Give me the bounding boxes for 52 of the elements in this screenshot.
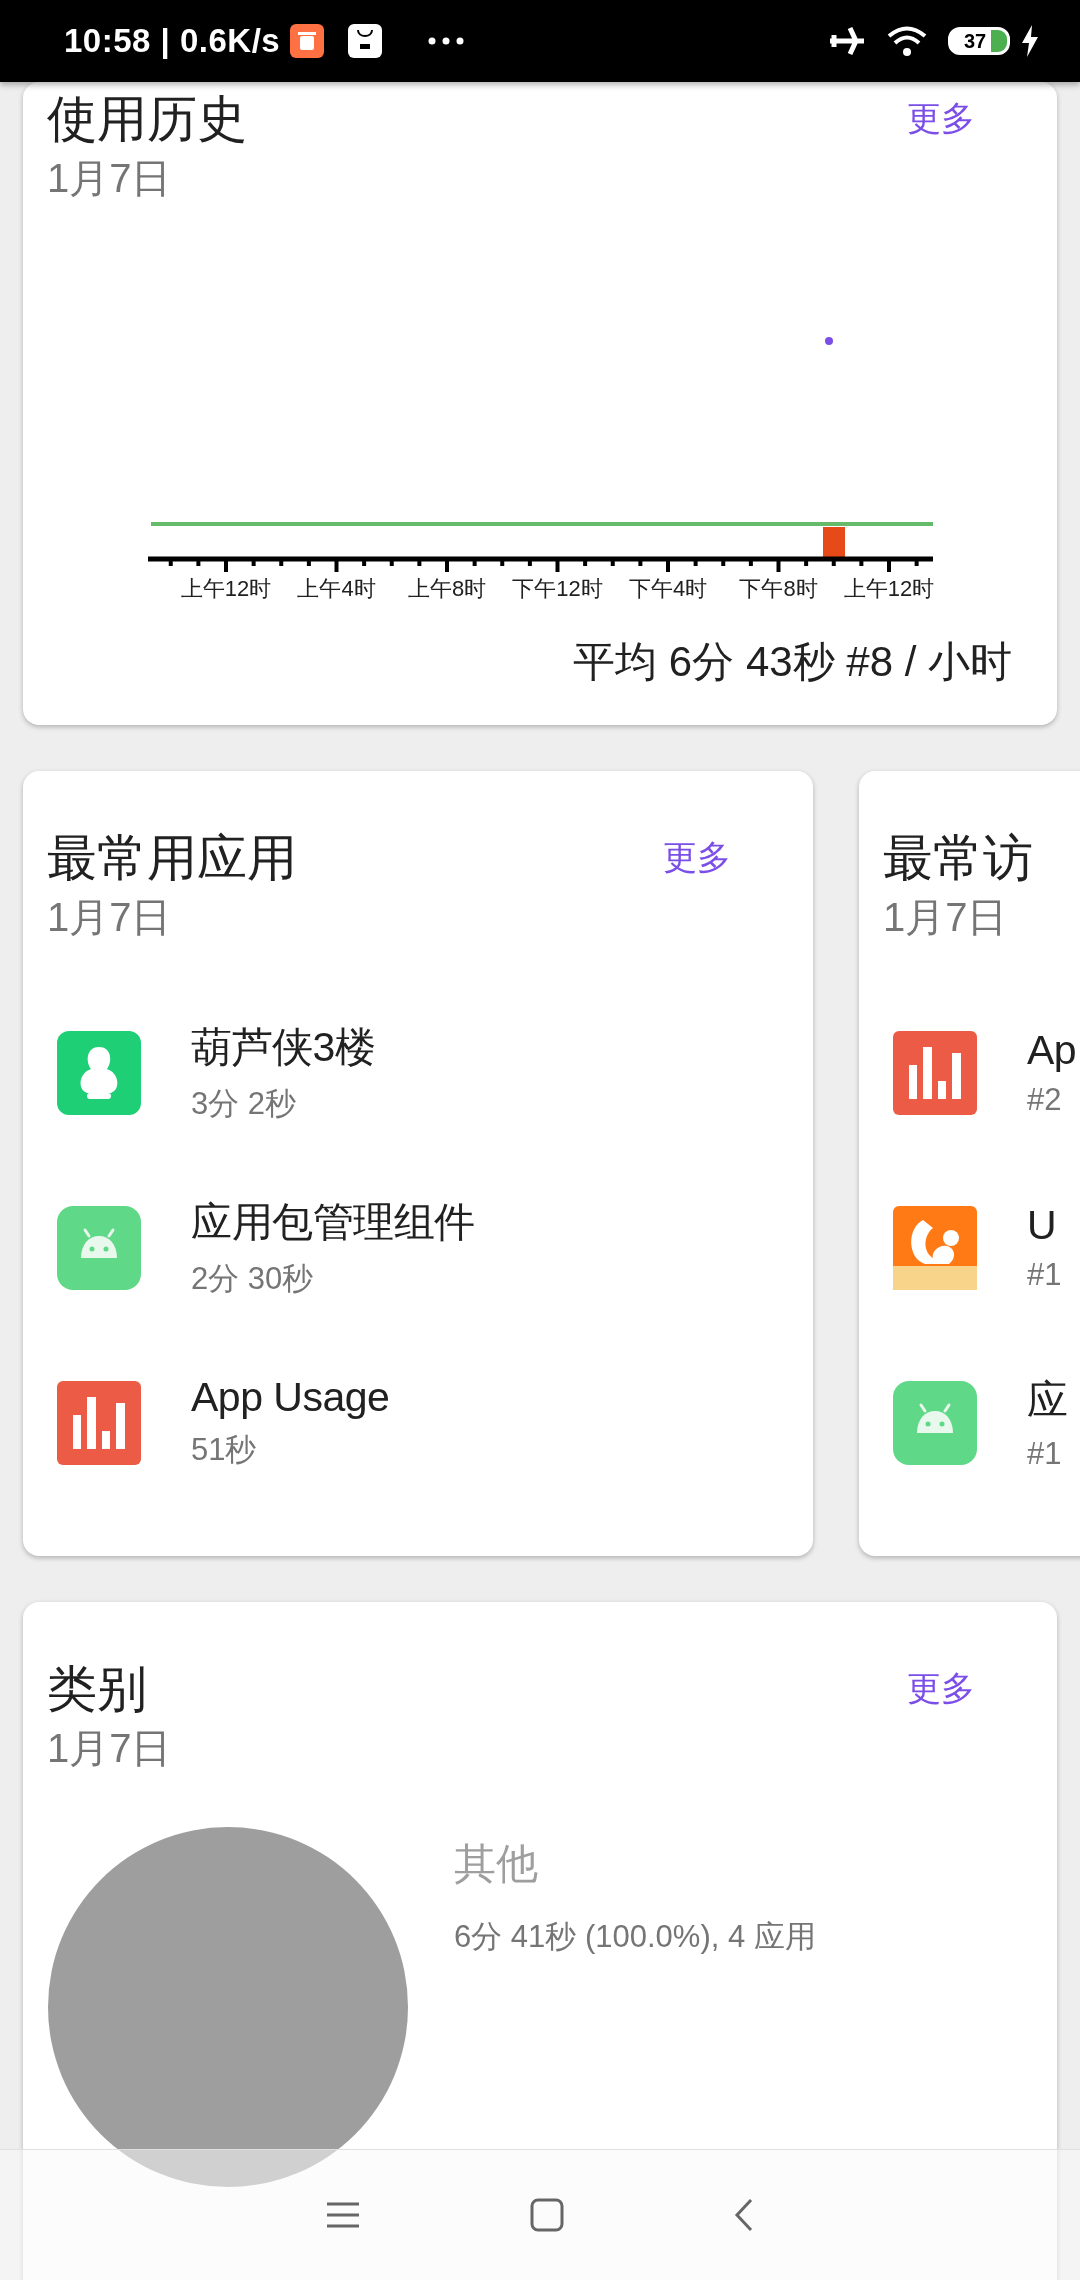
app-detail: 51秒	[191, 1431, 258, 1469]
app-detail: #2	[1027, 1082, 1063, 1118]
date-label: 1月7日	[883, 895, 1008, 939]
card-title: 使用历史	[47, 90, 247, 149]
tick-label: 上午8时	[407, 576, 487, 601]
wifi-icon	[886, 25, 928, 57]
home-icon[interactable]	[530, 2198, 564, 2232]
menu-icon[interactable]	[326, 2202, 360, 2228]
tick-label: 下午4时	[628, 576, 708, 601]
app-name: U	[1027, 1202, 1058, 1249]
date-label: 1月7日	[47, 155, 172, 202]
tick-label: 上午12时	[843, 576, 935, 601]
trash-icon	[290, 24, 325, 58]
more-link[interactable]: 更多	[907, 1666, 975, 1712]
average-text: 平均 6分 43秒 #8 / 小时	[573, 637, 1012, 687]
tick-label: 下午12时	[512, 576, 603, 601]
app-detail: #1	[1027, 1257, 1062, 1293]
android-icon	[57, 1205, 141, 1290]
app-detail: #1	[1027, 1436, 1063, 1472]
category-detail: 6分 41秒 (100.0%), 4 应用	[454, 1918, 816, 1956]
card-title: 最常访	[883, 829, 1033, 888]
bar-chart-icon	[57, 1380, 141, 1465]
app-detail: 2分 30秒	[191, 1260, 315, 1298]
app-name: 应用包管理组件	[191, 1198, 475, 1247]
tick-label: 上午4时	[297, 576, 376, 601]
gourd-icon	[57, 1030, 141, 1115]
data-point	[825, 337, 833, 345]
app-name: 应	[1027, 1376, 1068, 1425]
card-title: 最常用应用	[47, 829, 297, 888]
date-label: 1月7日	[47, 895, 172, 939]
squirrel-icon	[893, 1205, 977, 1290]
bar-chart-icon	[893, 1030, 977, 1115]
battery-icon: 37	[948, 27, 1010, 55]
app-detail: 3分 2秒	[191, 1085, 298, 1123]
app-name: 葫芦侠3楼	[191, 1023, 376, 1072]
card-title: 类别	[47, 1660, 147, 1719]
more-icon	[428, 36, 465, 46]
date-label: 1月7日	[47, 1726, 172, 1770]
app-name: Ap	[1027, 1027, 1077, 1074]
app-name: App Usage	[191, 1374, 390, 1421]
android-icon	[893, 1380, 977, 1465]
more-link[interactable]: 更多	[907, 96, 975, 142]
tick-label: 上午12时	[180, 576, 272, 601]
tick-label: 下午8时	[739, 576, 818, 601]
charging-icon	[1020, 25, 1040, 57]
airplane-icon	[828, 24, 866, 58]
category-label: 其他	[454, 1839, 539, 1889]
more-link[interactable]: 更多	[663, 835, 731, 881]
shopping-bag-icon	[348, 24, 383, 58]
back-icon[interactable]	[734, 2198, 754, 2232]
status-text: 10:58 | 0.6K/s	[64, 22, 281, 60]
usage-bar	[823, 527, 845, 558]
